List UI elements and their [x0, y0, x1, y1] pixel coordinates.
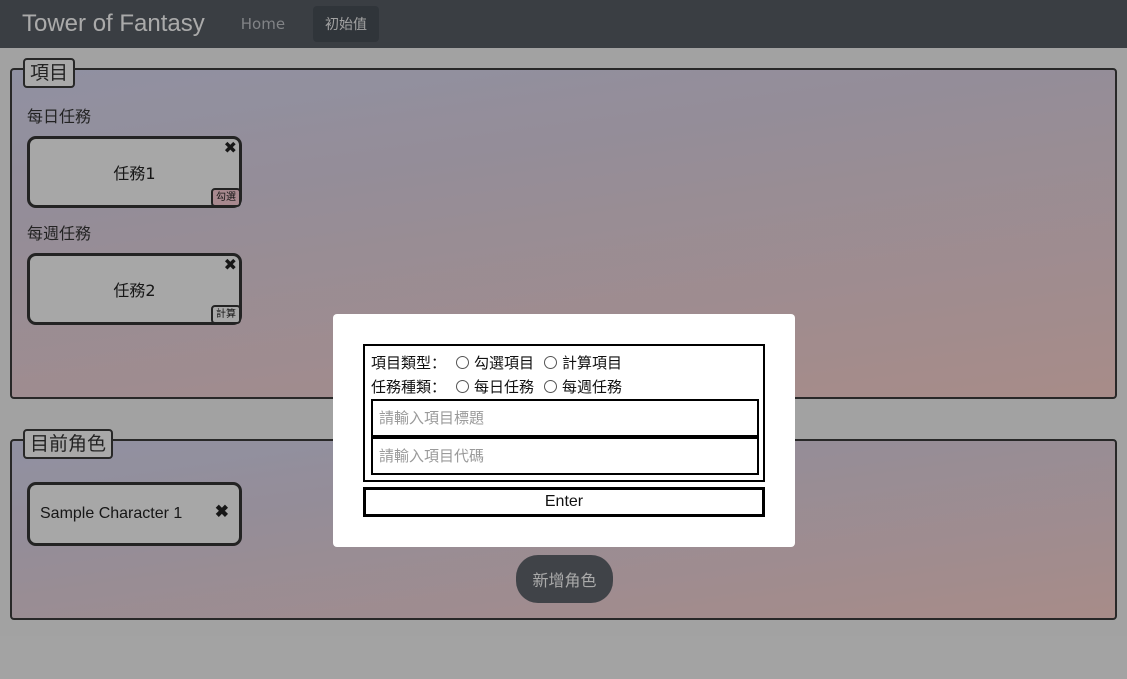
radio-icon[interactable]: [544, 379, 558, 393]
item-type-option-calc[interactable]: 計算項目: [544, 352, 622, 373]
item-type-label: 項目類型：: [371, 353, 447, 372]
radio-icon[interactable]: [456, 379, 470, 393]
option-label: 每週任務: [562, 377, 623, 396]
item-title-input[interactable]: [371, 399, 759, 437]
option-label: 計算項目: [562, 353, 623, 372]
add-item-modal: 項目類型： 勾選項目 計算項目 任務種類： 每日任務 每週任務 Enter: [333, 314, 795, 547]
item-code-input[interactable]: [371, 437, 759, 475]
enter-button[interactable]: Enter: [363, 487, 765, 517]
task-kind-row: 任務種類： 每日任務 每週任務: [371, 376, 632, 396]
task-kind-option-daily[interactable]: 每日任務: [456, 376, 534, 397]
task-kind-label: 任務種類：: [371, 377, 447, 396]
item-type-option-check[interactable]: 勾選項目: [456, 352, 534, 373]
radio-icon[interactable]: [544, 355, 558, 369]
option-label: 每日任務: [474, 377, 535, 396]
radio-icon[interactable]: [456, 355, 470, 369]
item-type-row: 項目類型： 勾選項目 計算項目: [371, 352, 632, 372]
task-kind-option-weekly[interactable]: 每週任務: [544, 376, 622, 397]
add-item-form: 項目類型： 勾選項目 計算項目 任務種類： 每日任務 每週任務: [363, 344, 765, 482]
option-label: 勾選項目: [474, 353, 535, 372]
